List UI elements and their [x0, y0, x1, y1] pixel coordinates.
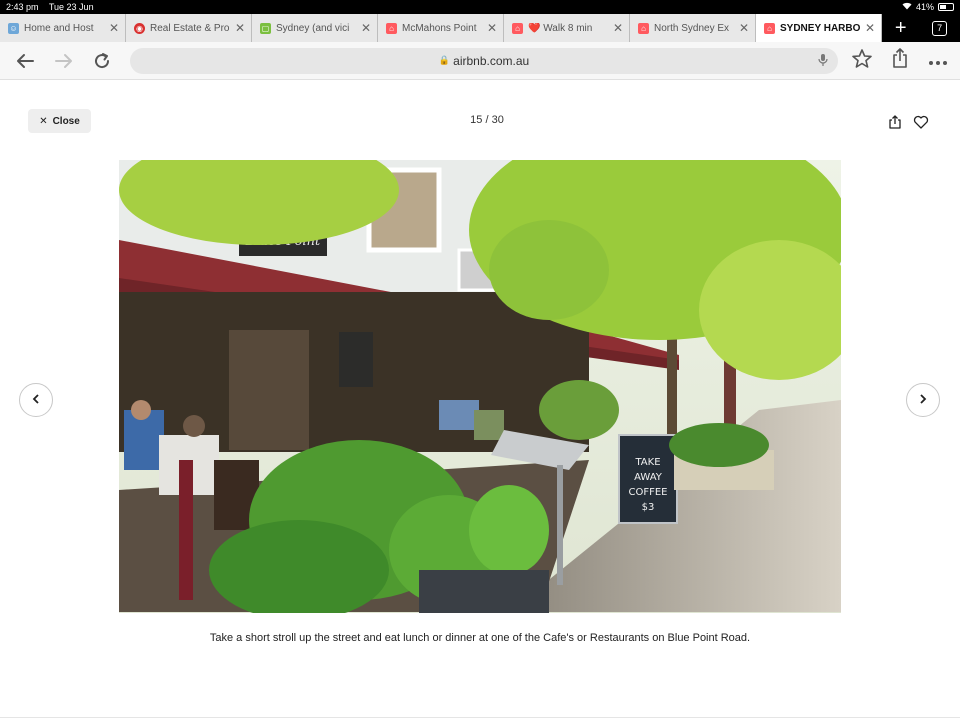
- share-photo-icon[interactable]: [887, 114, 903, 130]
- tab-close-icon[interactable]: ✕: [865, 21, 875, 35]
- url-text: airbnb.com.au: [453, 53, 530, 68]
- tab-title: Home and Host: [24, 22, 94, 34]
- browser-tab[interactable]: ⌂ North Sydney Ex ✕: [630, 14, 756, 42]
- browser-tab[interactable]: ◉ Real Estate & Pro ✕: [126, 14, 252, 42]
- bookmark-star-icon[interactable]: [852, 48, 872, 73]
- tab-count-button[interactable]: 7: [932, 20, 948, 36]
- tab-strip: ☺ Home and Host ✕ ◉ Real Estate & Pro ✕ …: [0, 14, 960, 42]
- forward-icon[interactable]: [51, 48, 77, 74]
- status-date: Tue 23 Jun: [48, 2, 94, 12]
- wifi-icon: [902, 2, 912, 12]
- browser-toolbar: 🔒 airbnb.com.au: [0, 42, 960, 80]
- previous-photo-button[interactable]: [19, 383, 53, 417]
- browser-tab[interactable]: ☺ Home and Host ✕: [0, 14, 126, 42]
- browser-tab[interactable]: ▢ Sydney (and vici ✕: [252, 14, 378, 42]
- board-line-1: TAKE: [634, 457, 660, 468]
- tab-favicon-icon: ⌂: [638, 22, 649, 34]
- tab-close-icon[interactable]: ✕: [487, 21, 497, 35]
- reload-icon[interactable]: [89, 48, 115, 74]
- share-icon[interactable]: [892, 48, 908, 73]
- tab-close-icon[interactable]: ✕: [109, 21, 119, 35]
- tab-favicon-icon: ▢: [260, 22, 271, 34]
- next-photo-button[interactable]: [906, 383, 940, 417]
- tab-title: ❤️ Walk 8 min: [528, 22, 593, 34]
- battery-icon: [938, 3, 954, 11]
- tab-actions: + 7: [882, 14, 960, 42]
- battery-percent: 41%: [915, 2, 934, 12]
- tab-favicon-icon: ⌂: [512, 22, 523, 34]
- photo-caption: Take a short stroll up the street and ea…: [209, 632, 751, 644]
- divider: [0, 717, 960, 718]
- close-label: Close: [52, 115, 80, 127]
- tab-favicon-icon: ⌂: [764, 22, 775, 34]
- close-button[interactable]: ✕ Close: [28, 109, 91, 133]
- status-time: 2:43 pm: [6, 2, 39, 12]
- chevron-left-icon: [32, 393, 40, 407]
- board-line-2: AWAY: [634, 472, 663, 483]
- tab-title: McMahons Point: [402, 22, 477, 34]
- board-line-4: $3: [642, 502, 655, 513]
- new-tab-icon[interactable]: +: [895, 18, 907, 38]
- microphone-icon[interactable]: [818, 53, 828, 70]
- chevron-right-icon: [919, 393, 927, 407]
- photo-counter: 15 / 30: [470, 114, 504, 126]
- more-options-icon[interactable]: [928, 50, 948, 71]
- tab-title: SYDNEY HARBOU: [780, 22, 860, 34]
- address-bar[interactable]: 🔒 airbnb.com.au: [130, 47, 838, 74]
- close-icon: ✕: [39, 115, 48, 127]
- tab-title: North Sydney Ex: [654, 22, 730, 34]
- board-line-3: COFFEE: [629, 487, 668, 498]
- back-icon[interactable]: [12, 48, 38, 74]
- tab-favicon-icon: ◉: [134, 22, 145, 34]
- browser-tab[interactable]: ⌂ ❤️ Walk 8 min ✕: [504, 14, 630, 42]
- status-bar: 2:43 pm Tue 23 Jun 41%: [0, 0, 960, 14]
- tab-title: Sydney (and vici: [276, 22, 350, 34]
- heart-icon[interactable]: [913, 114, 929, 130]
- tab-close-icon[interactable]: ✕: [361, 21, 371, 35]
- tab-favicon-icon: ☺: [8, 22, 19, 34]
- tab-favicon-icon: ⌂: [386, 22, 397, 34]
- browser-tab-active[interactable]: ⌂ SYDNEY HARBOU ✕: [756, 14, 882, 42]
- lock-icon: 🔒: [438, 55, 451, 65]
- tab-close-icon[interactable]: ✕: [235, 21, 245, 35]
- tab-close-icon[interactable]: ✕: [739, 21, 749, 35]
- browser-tab[interactable]: ⌂ McMahons Point ✕: [378, 14, 504, 42]
- listing-photo: Blues Point TAKE AWAY COFFEE $3: [119, 160, 841, 613]
- tab-title: Real Estate & Pro: [150, 22, 230, 34]
- tab-close-icon[interactable]: ✕: [613, 21, 623, 35]
